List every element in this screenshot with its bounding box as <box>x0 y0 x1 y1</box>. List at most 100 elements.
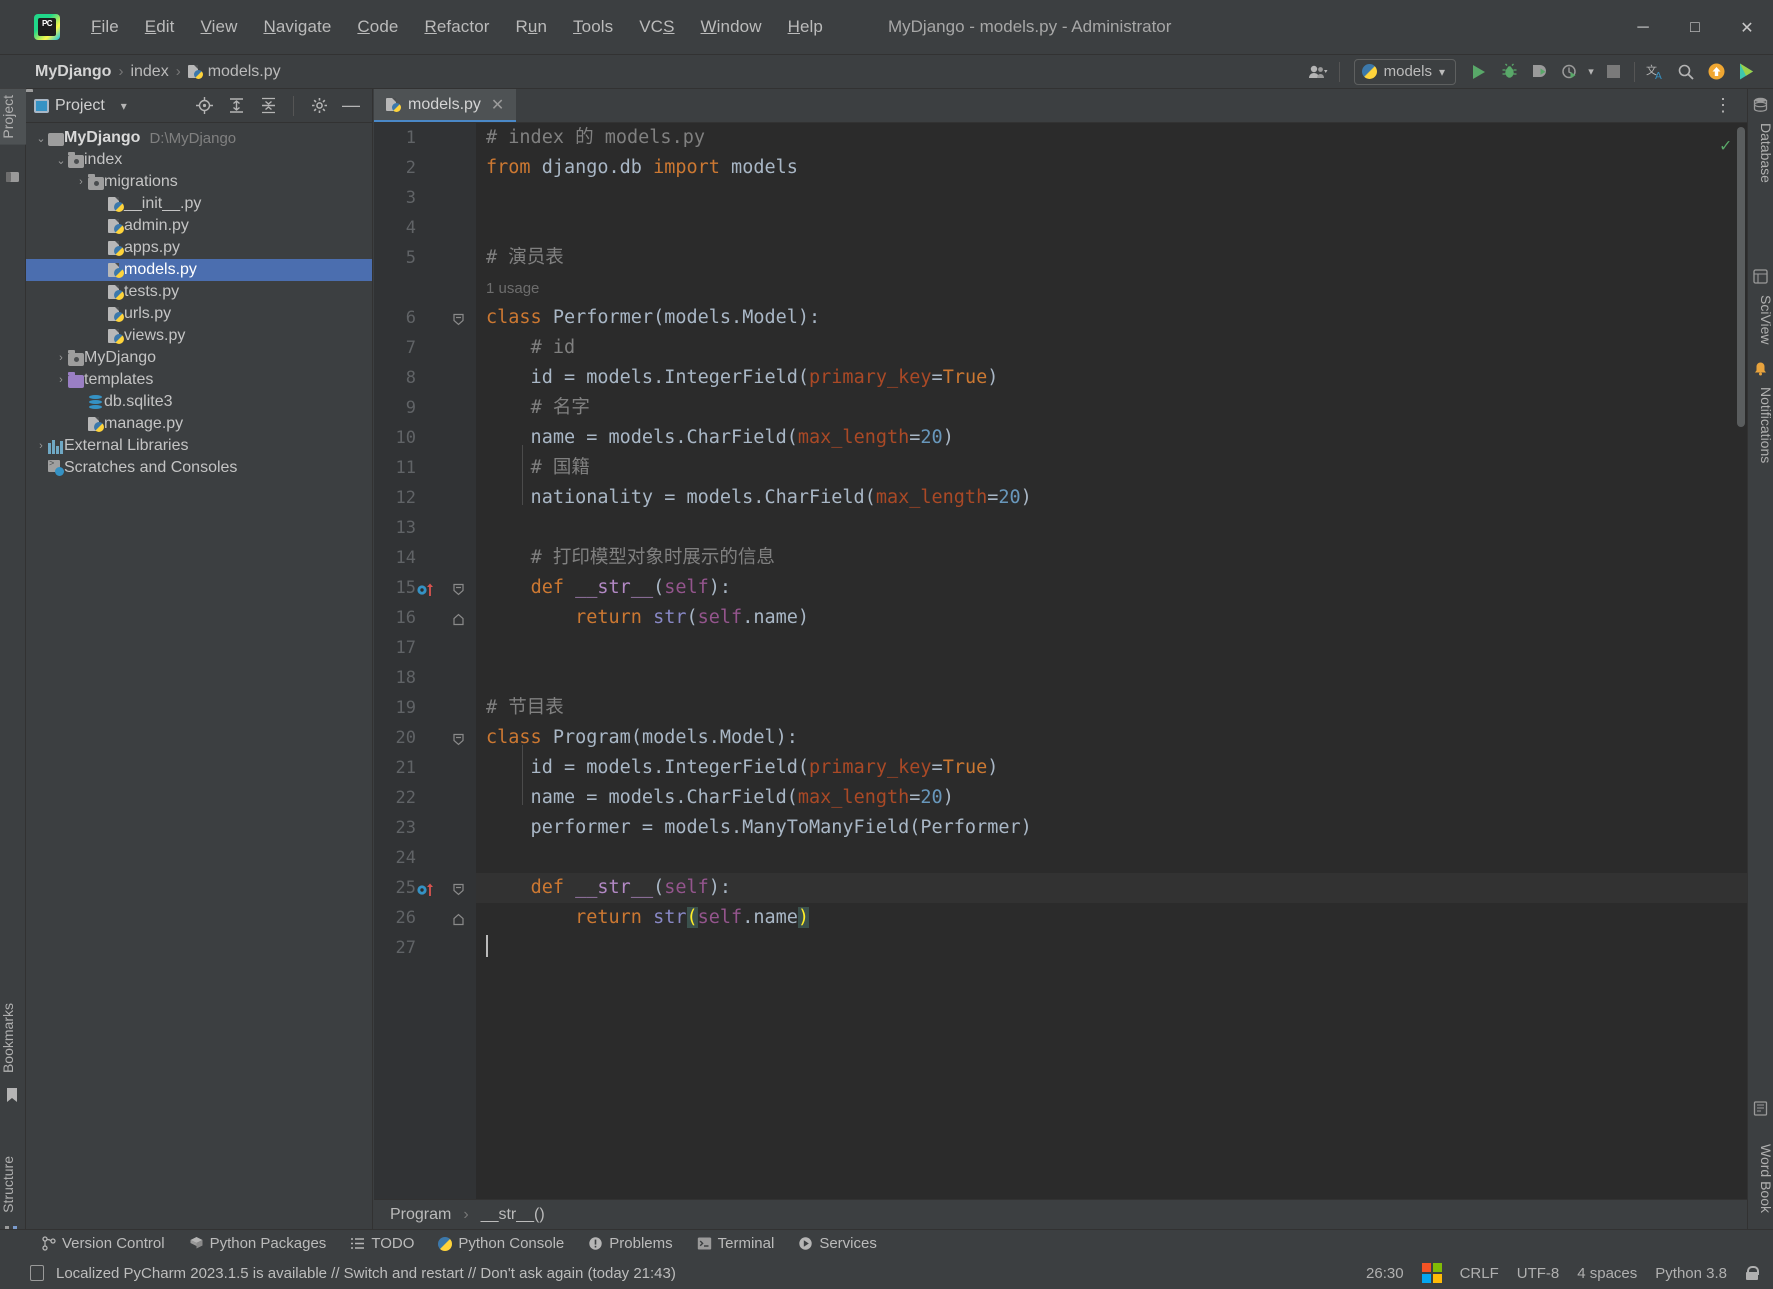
tree-item-urls-py[interactable]: urls.py <box>26 303 372 325</box>
tree-item-apps-py[interactable]: apps.py <box>26 237 372 259</box>
breadcrumb-file[interactable]: models.py <box>183 61 286 83</box>
locate-icon[interactable] <box>191 94 217 118</box>
footer-crumb-class[interactable]: Program <box>386 1205 455 1225</box>
status-message[interactable]: Localized PyCharm 2023.1.5 is available … <box>56 1265 676 1282</box>
chevron-down-icon[interactable]: ⌄ <box>34 131 48 145</box>
fold-end-line-26[interactable] <box>452 911 465 931</box>
gutter-run-marker-line-15[interactable] <box>416 582 440 603</box>
line-separator[interactable]: CRLF <box>1460 1265 1499 1282</box>
maximize-button[interactable]: □ <box>1669 0 1721 55</box>
settings-gear-icon[interactable] <box>306 94 332 118</box>
fold-toggle-line-20[interactable] <box>452 731 465 751</box>
unlocked-icon[interactable] <box>1745 1266 1759 1280</box>
chevron-right-icon[interactable]: › <box>54 351 68 365</box>
minimize-button[interactable]: ─ <box>1617 0 1669 55</box>
editor-gutter[interactable]: 1 2 3 4 5 6 7 8 9 10 11 12 13 14 15 16 17 18 19 20 21 22 23 24 2… <box>374 123 476 1199</box>
menu-file[interactable]: File <box>78 13 132 41</box>
tree-item-manage-py[interactable]: manage.py <box>26 413 372 435</box>
debug-icon[interactable] <box>1494 59 1524 85</box>
strip-sciview[interactable]: SciView <box>1748 289 1773 351</box>
expand-all-icon[interactable] <box>223 94 249 118</box>
tree-item-label: admin.py <box>124 217 189 234</box>
gutter-run-marker-line-25[interactable] <box>416 882 440 903</box>
strip-database[interactable]: Database <box>1748 117 1773 189</box>
caret-position[interactable]: 26:30 <box>1366 1265 1404 1282</box>
scrollbar-thumb[interactable] <box>1737 127 1745 427</box>
tree-item-mydjango[interactable]: ⌄ MyDjango D:\MyDjango <box>26 127 372 149</box>
menu-refactor[interactable]: Refactor <box>411 13 502 41</box>
project-tree[interactable]: ⌄ MyDjango D:\MyDjango ⌄ index › migrations __i… <box>26 123 372 1229</box>
bottom-tab-version-control[interactable]: Version Control <box>30 1232 177 1255</box>
tree-item-index[interactable]: ⌄ index <box>26 149 372 171</box>
bottom-tab-problems[interactable]: Problems <box>576 1232 684 1255</box>
chevron-right-icon[interactable]: › <box>54 373 68 387</box>
translate-icon[interactable]: 文A <box>1641 59 1671 85</box>
run-with-coverage-icon[interactable] <box>1524 59 1554 85</box>
menu-help[interactable]: Help <box>775 13 836 41</box>
strip-wordbook[interactable]: Word Book <box>1748 1138 1773 1219</box>
tree-item-migrations[interactable]: › migrations <box>26 171 372 193</box>
indent-setting[interactable]: 4 spaces <box>1577 1265 1637 1282</box>
tree-item-mydjango[interactable]: › MyDjango <box>26 347 372 369</box>
user-account-icon[interactable] <box>1303 59 1333 85</box>
bottom-tab-python-packages[interactable]: Python Packages <box>177 1232 339 1255</box>
code-content[interactable]: # index 的 models.py from django.db impor… <box>476 123 1747 1199</box>
python-interpreter[interactable]: Python 3.8 <box>1655 1265 1727 1282</box>
menu-tools[interactable]: Tools <box>560 13 626 41</box>
chevron-down-icon[interactable]: ⌄ <box>54 153 68 167</box>
bottom-tab-todo[interactable]: TODO <box>338 1232 426 1255</box>
menu-code[interactable]: Code <box>344 13 411 41</box>
inspection-status-icon[interactable]: ✓ <box>1720 131 1731 161</box>
run-icon[interactable] <box>1464 59 1494 85</box>
tree-item-scratches-and-consoles[interactable]: Scratches and Consoles <box>26 457 372 479</box>
more-options-icon[interactable]: ⋮ <box>1708 95 1739 116</box>
menu-navigate[interactable]: Navigate <box>250 13 344 41</box>
profile-dropdown-chevron-icon[interactable]: ▾ <box>1584 59 1598 85</box>
bottom-tab-services[interactable]: Services <box>786 1232 889 1255</box>
strip-bookmarks[interactable]: Bookmarks <box>0 997 26 1079</box>
fold-toggle-line-25[interactable] <box>452 881 465 901</box>
fold-toggle-line-6[interactable] <box>452 311 465 331</box>
stop-icon[interactable] <box>1598 59 1628 85</box>
tree-item-views-py[interactable]: views.py <box>26 325 372 347</box>
chevron-right-icon[interactable]: › <box>34 439 48 453</box>
profile-icon[interactable] <box>1554 59 1584 85</box>
menu-edit[interactable]: Edit <box>132 13 188 41</box>
file-encoding[interactable]: UTF-8 <box>1517 1265 1560 1282</box>
tree-item-admin-py[interactable]: admin.py <box>26 215 372 237</box>
chevron-right-icon[interactable]: › <box>74 175 88 189</box>
fold-end-line-16[interactable] <box>452 611 465 631</box>
close-icon[interactable]: ✕ <box>491 95 504 115</box>
strip-structure[interactable]: Structure <box>0 1150 26 1219</box>
menu-vcs[interactable]: VCS <box>626 13 687 41</box>
bottom-tab-python-console[interactable]: Python Console <box>426 1232 576 1255</box>
bottom-tab-terminal[interactable]: Terminal <box>685 1232 787 1255</box>
collapse-all-icon[interactable] <box>255 94 281 118</box>
code-viewport[interactable]: 1 2 3 4 5 6 7 8 9 10 11 12 13 14 15 16 17 18 19 20 21 22 23 24 2… <box>374 123 1747 1199</box>
search-icon[interactable] <box>1671 59 1701 85</box>
tree-item--init-py[interactable]: __init__.py <box>26 193 372 215</box>
close-button[interactable]: ✕ <box>1721 0 1773 55</box>
fold-toggle-line-15[interactable] <box>452 581 465 601</box>
tree-item-external-libraries[interactable]: › External Libraries <box>26 435 372 457</box>
chevron-down-icon[interactable]: ▾ <box>111 94 137 118</box>
tab-models-py[interactable]: models.py ✕ <box>374 89 517 122</box>
menu-run[interactable]: Run <box>503 13 561 41</box>
windows-logo-icon[interactable] <box>1421 1263 1442 1283</box>
colorful-play-icon[interactable] <box>1731 59 1761 85</box>
strip-project[interactable]: Project <box>0 89 26 145</box>
hide-panel-icon[interactable]: — <box>338 94 364 118</box>
breadcrumb-project[interactable]: MyDjango <box>30 61 116 83</box>
footer-crumb-method[interactable]: __str__() <box>477 1205 549 1225</box>
tree-item-models-py[interactable]: models.py <box>26 259 372 281</box>
tree-item-templates[interactable]: › templates <box>26 369 372 391</box>
menu-window[interactable]: Window <box>688 13 775 41</box>
strip-notifications[interactable]: Notifications <box>1748 381 1773 469</box>
tree-item-tests-py[interactable]: tests.py <box>26 281 372 303</box>
menu-view[interactable]: View <box>188 13 251 41</box>
breadcrumb-index[interactable]: index <box>125 61 173 83</box>
update-arrow-icon[interactable] <box>1701 59 1731 85</box>
tree-item-db-sqlite3[interactable]: db.sqlite3 <box>26 391 372 413</box>
editor-scrollbar[interactable] <box>1735 123 1747 1199</box>
run-configuration-selector[interactable]: models ▾ <box>1353 58 1456 85</box>
